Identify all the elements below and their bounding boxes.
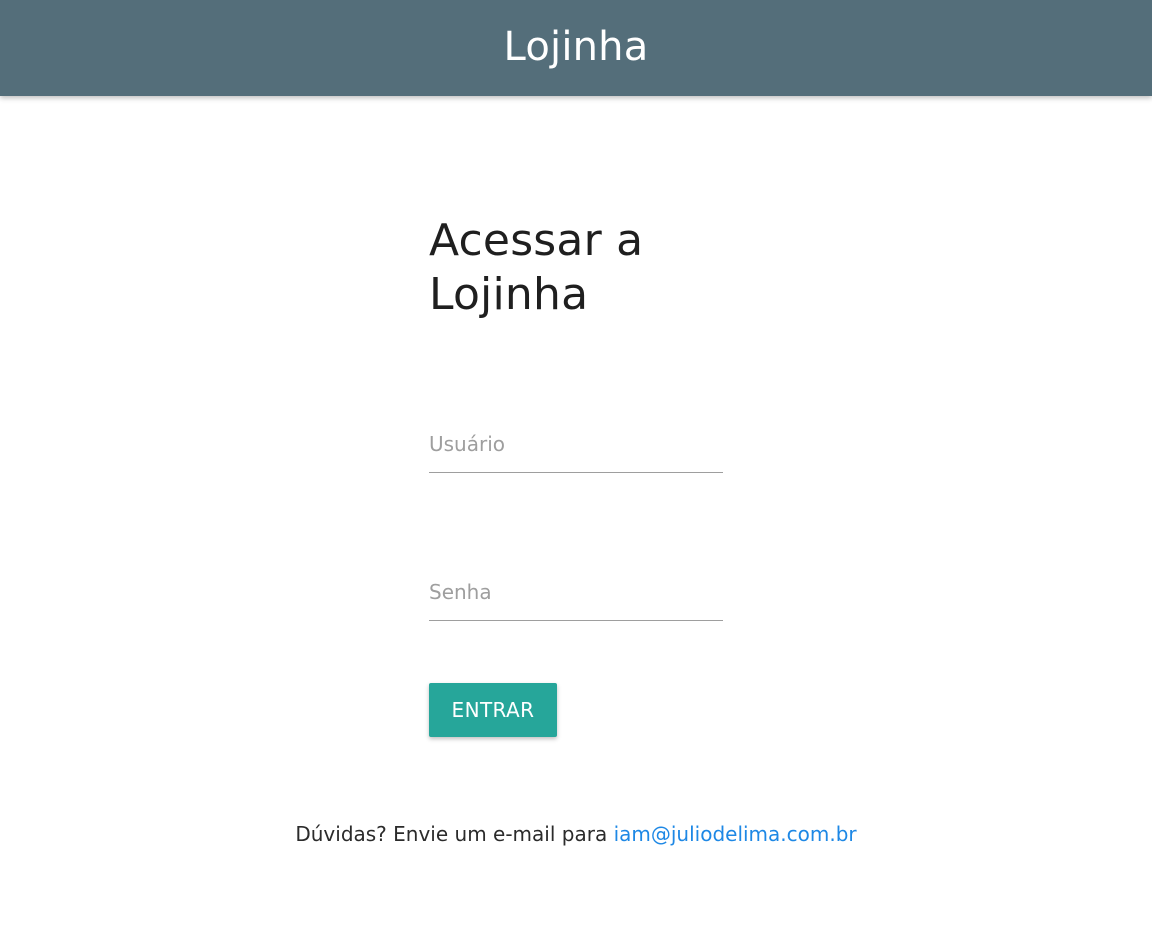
help-text: Dúvidas? Envie um e-mail para iam@juliod… (0, 820, 1152, 848)
login-button[interactable]: ENTRAR (429, 683, 557, 737)
password-input[interactable] (429, 577, 723, 621)
login-form: Acessar a Lojinha ENTRAR (429, 214, 723, 737)
top-navbar: Lojinha (0, 0, 1152, 96)
password-field-wrapper (429, 577, 723, 621)
username-input[interactable] (429, 429, 723, 473)
username-field-wrapper (429, 429, 723, 473)
help-text-prefix: Dúvidas? Envie um e-mail para (295, 822, 614, 846)
page-title: Acessar a Lojinha (429, 215, 644, 320)
brand-logo-link[interactable]: Lojinha (504, 27, 649, 67)
email-link[interactable]: iam@juliodelima.com.br (614, 822, 857, 846)
